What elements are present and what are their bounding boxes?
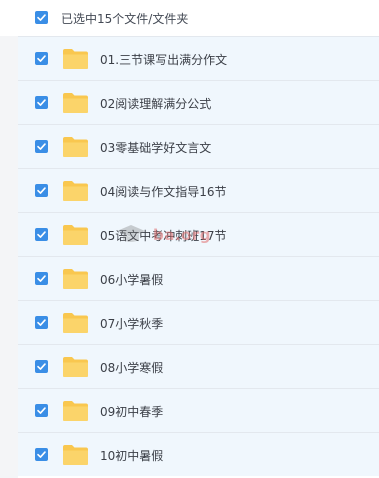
folder-icon[interactable]	[62, 400, 89, 422]
row-checkbox-icon[interactable]	[35, 96, 48, 109]
row-checkbox-icon[interactable]	[35, 140, 48, 153]
folder-name[interactable]: 01.三节课写出满分作文	[100, 51, 227, 68]
selection-header: 已选中15个文件/文件夹	[0, 0, 379, 36]
folder-name[interactable]: 05语文中考冲刺班17节	[100, 227, 227, 244]
folder-name[interactable]: 02阅读理解满分公式	[100, 95, 211, 112]
row-checkbox-icon[interactable]	[35, 360, 48, 373]
folder-icon[interactable]	[62, 224, 89, 246]
row-checkbox-icon[interactable]	[35, 272, 48, 285]
folder-row[interactable]: 05语文中考冲刺班17节	[18, 212, 379, 256]
row-checkbox-icon[interactable]	[35, 448, 48, 461]
folder-icon[interactable]	[62, 268, 89, 290]
folder-icon[interactable]	[62, 92, 89, 114]
folder-icon[interactable]	[62, 48, 89, 70]
folder-icon[interactable]	[62, 180, 89, 202]
row-checkbox-icon[interactable]	[35, 52, 48, 65]
folder-row[interactable]: 08小学寒假	[18, 344, 379, 388]
row-checkbox-icon[interactable]	[35, 184, 48, 197]
folder-icon[interactable]	[62, 136, 89, 158]
folder-row[interactable]: 07小学秋季	[18, 300, 379, 344]
folder-name[interactable]: 03零基础学好文言文	[100, 139, 211, 156]
folder-name[interactable]: 06小学暑假	[100, 271, 163, 288]
folder-name[interactable]: 10初中暑假	[100, 447, 163, 464]
folder-icon[interactable]	[62, 444, 89, 466]
row-checkbox-icon[interactable]	[35, 228, 48, 241]
folder-name[interactable]: 08小学寒假	[100, 359, 163, 376]
folder-icon[interactable]	[62, 356, 89, 378]
file-list-page: 已选中15个文件/文件夹 01.三节课写出满分作文 02阅读理解满分公式 03零基础…	[0, 0, 379, 478]
folder-row[interactable]: 06小学暑假	[18, 256, 379, 300]
folder-list: 01.三节课写出满分作文 02阅读理解满分公式 03零基础学好文言文 04阅读与作文指…	[18, 36, 379, 476]
folder-row[interactable]: 09初中春季	[18, 388, 379, 432]
folder-icon[interactable]	[62, 312, 89, 334]
folder-name[interactable]: 07小学秋季	[100, 315, 163, 332]
select-all-checkbox-icon[interactable]	[35, 11, 48, 24]
folder-row[interactable]: 04阅读与作文指导16节	[18, 168, 379, 212]
left-gutter	[0, 0, 18, 478]
folder-row[interactable]: 03零基础学好文言文	[18, 124, 379, 168]
row-checkbox-icon[interactable]	[35, 316, 48, 329]
selection-count-label: 已选中15个文件/文件夹	[61, 12, 189, 26]
folder-row[interactable]: 01.三节课写出满分作文	[18, 36, 379, 80]
row-checkbox-icon[interactable]	[35, 404, 48, 417]
folder-row[interactable]: 02阅读理解满分公式	[18, 80, 379, 124]
folder-name[interactable]: 04阅读与作文指导16节	[100, 183, 227, 200]
folder-row[interactable]: 10初中暑假	[18, 432, 379, 476]
folder-name[interactable]: 09初中春季	[100, 403, 163, 420]
